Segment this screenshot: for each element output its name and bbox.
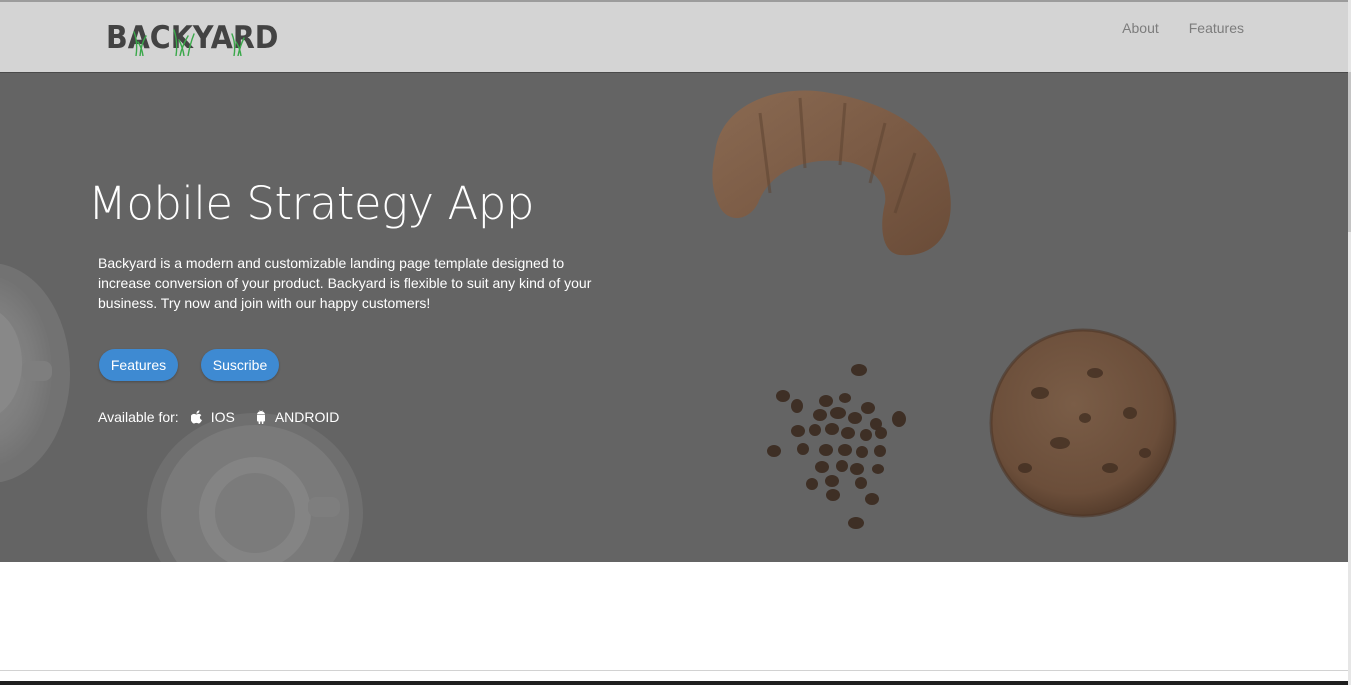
nav-link-about[interactable]: About: [1122, 18, 1159, 38]
nav-links: About Features: [1122, 18, 1244, 38]
window-bottom-edge: [0, 681, 1351, 685]
hero-description: Backyard is a modern and customizable la…: [98, 255, 592, 311]
subscribe-button[interactable]: Suscribe: [201, 349, 279, 381]
coffee-beans-image: [767, 364, 906, 529]
grass-icon: [133, 29, 245, 56]
logo[interactable]: BACKYARD: [106, 18, 278, 58]
cookie-image: [989, 328, 1177, 518]
available-platforms: Available for: IOS ANDROID: [98, 407, 339, 427]
hero-title: Mobile Strategy App: [88, 177, 534, 230]
platform-ios: IOS: [210, 409, 235, 425]
nav-link-features[interactable]: Features: [1189, 18, 1244, 38]
croissant-image: [712, 90, 951, 256]
hero-section: Mobile Strategy App Backyard is a modern…: [0, 73, 1348, 562]
section-divider: [0, 670, 1348, 671]
android-icon: [256, 410, 265, 424]
hero-background-image: [0, 90, 1177, 562]
cup-bottom-image: [147, 413, 363, 562]
apple-icon: [190, 410, 202, 424]
cup-left-image: [0, 263, 70, 483]
features-button[interactable]: Features: [99, 349, 178, 381]
navbar: BACKYARD About Features: [0, 2, 1348, 73]
platform-android: ANDROID: [274, 409, 340, 425]
available-label: Available for:: [98, 409, 179, 425]
